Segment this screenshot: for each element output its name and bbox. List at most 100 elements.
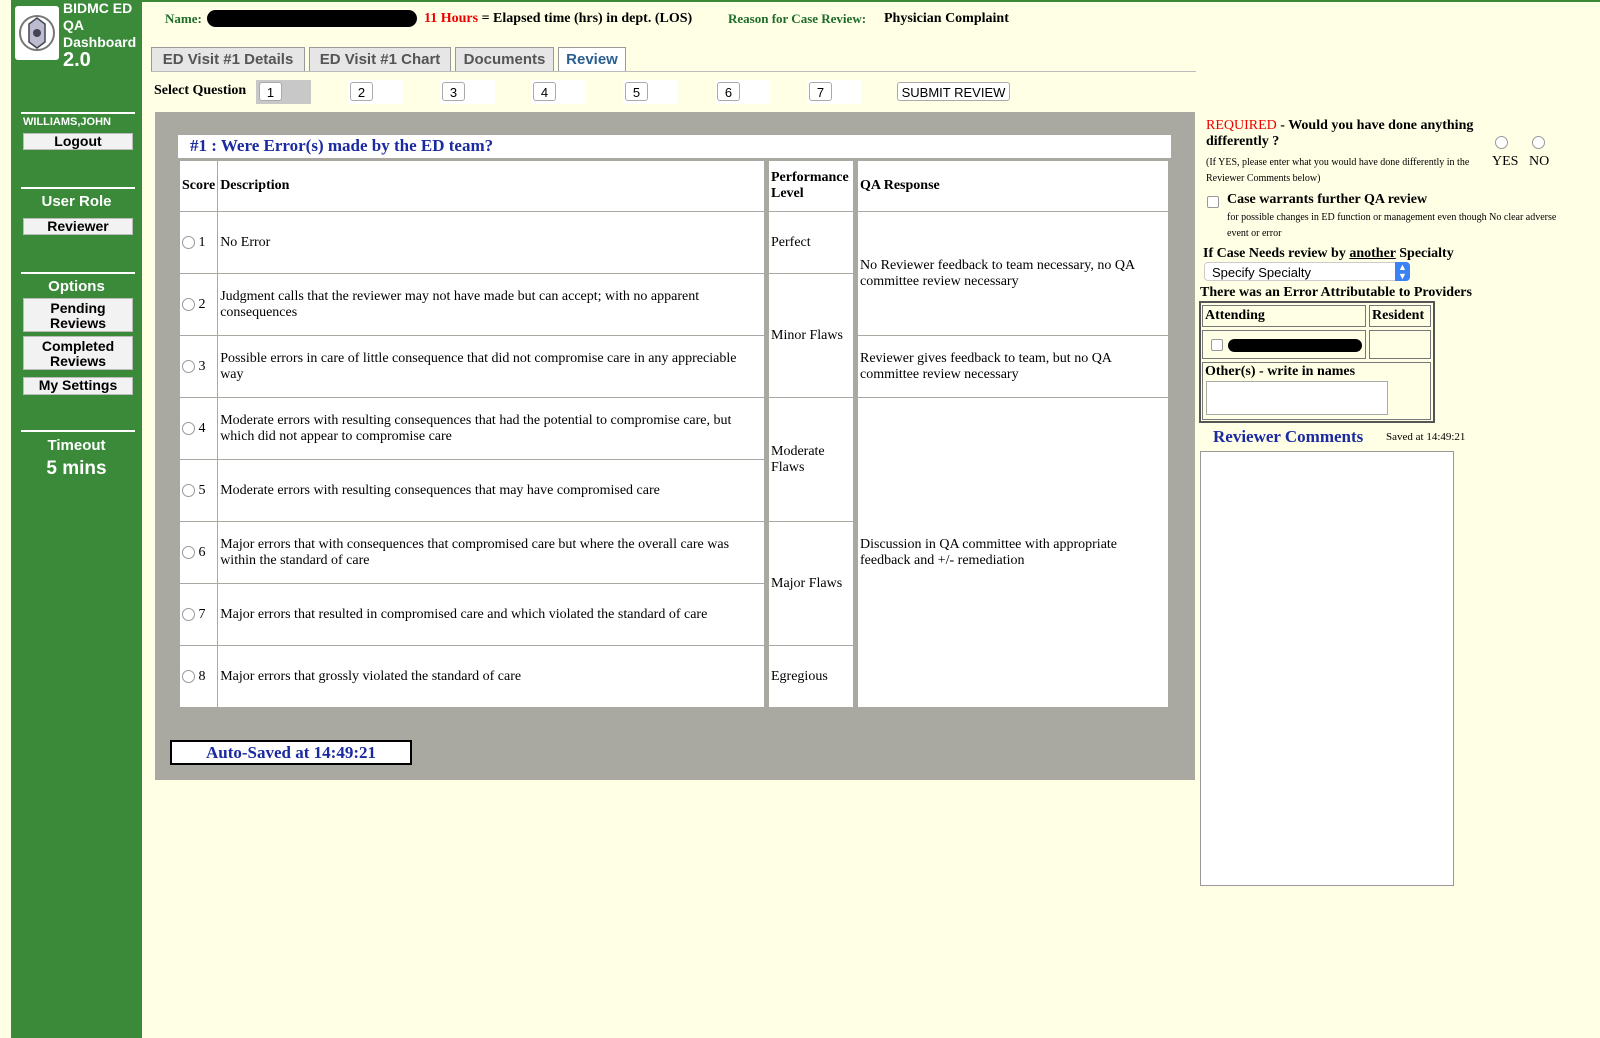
differently-question: REQUIRED - Would you have done anything … bbox=[1206, 118, 1491, 150]
score-cell: 6 bbox=[178, 521, 219, 584]
bidmc-logo bbox=[15, 6, 59, 60]
specialty-label-underlined: another bbox=[1349, 246, 1396, 261]
score-number: 1 bbox=[198, 234, 206, 250]
question-3-button[interactable]: 3 bbox=[442, 82, 465, 101]
performance-header: Performance Level bbox=[768, 160, 854, 212]
app-version: 2.0 bbox=[63, 49, 91, 71]
tab-documents[interactable]: Documents bbox=[455, 47, 554, 71]
sidebar: BIDMC ED QA Dashboard 2.0 WILLIAMS,JOHN … bbox=[11, 0, 142, 1038]
autosave-status: Auto-Saved at 14:49:21 bbox=[170, 740, 412, 765]
pending-reviews-button[interactable]: Pending Reviews bbox=[23, 298, 133, 332]
table-row: 7 Major errors that resulted in compromi… bbox=[178, 583, 765, 646]
qa-response: No Reviewer feedback to team necessary, … bbox=[857, 211, 1169, 336]
score-cell: 3 bbox=[178, 335, 219, 398]
description-cell: Possible errors in care of little conseq… bbox=[217, 335, 765, 398]
question-7-button[interactable]: 7 bbox=[809, 82, 832, 101]
qa-response-table: QA Response No Reviewer feedback to team… bbox=[857, 160, 1169, 708]
options-heading: Options bbox=[48, 278, 105, 295]
score-cell: 1 bbox=[178, 211, 219, 274]
specialty-select-value: Specify Specialty bbox=[1212, 265, 1311, 280]
score-2-radio[interactable] bbox=[182, 297, 195, 311]
yes-radio[interactable] bbox=[1495, 136, 1508, 149]
my-settings-button[interactable]: My Settings bbox=[23, 377, 133, 395]
resident-cell bbox=[1369, 330, 1431, 359]
qa-response: Reviewer gives feedback to team, but no … bbox=[857, 335, 1169, 398]
table-row: 1 No Error bbox=[178, 211, 765, 274]
score-number: 4 bbox=[198, 420, 206, 436]
question-2-button[interactable]: 2 bbox=[350, 82, 373, 101]
reason-label: Reason for Case Review: bbox=[728, 11, 867, 26]
divider bbox=[21, 112, 135, 114]
performance-level: Minor Flaws bbox=[768, 273, 854, 398]
score-number: 5 bbox=[198, 482, 206, 498]
description-cell: Moderate errors with resulting consequen… bbox=[217, 459, 765, 522]
score-cell: 5 bbox=[178, 459, 219, 522]
others-textarea[interactable] bbox=[1206, 381, 1388, 415]
submit-review-button[interactable]: SUBMIT REVIEW bbox=[897, 82, 1010, 101]
further-review-checkbox[interactable] bbox=[1207, 196, 1219, 208]
divider bbox=[21, 272, 135, 274]
attending-checkbox[interactable] bbox=[1211, 339, 1223, 351]
description-header: Description bbox=[217, 160, 765, 212]
los-text: = Elapsed time (hrs) in dept. (LOS) bbox=[481, 11, 693, 26]
score-cell: 4 bbox=[178, 397, 219, 460]
description-cell: Judgment calls that the reviewer may not… bbox=[217, 273, 765, 336]
divider bbox=[21, 430, 135, 432]
question-1-button[interactable]: 1 bbox=[259, 82, 282, 101]
score-7-radio[interactable] bbox=[182, 607, 195, 621]
reason-value: Physician Complaint bbox=[884, 11, 1009, 26]
performance-level: Major Flaws bbox=[768, 521, 854, 646]
autosave-text: Auto-Saved at 14:49:21 bbox=[206, 743, 376, 762]
differently-note: (If YES, please enter what you would hav… bbox=[1206, 157, 1470, 184]
score-header: Score bbox=[178, 160, 219, 212]
specialty-select[interactable]: Specify Specialty ▲ ▼ bbox=[1204, 262, 1410, 281]
table-row: 4 Moderate errors with resulting consequ… bbox=[178, 397, 765, 460]
description-cell: Major errors that with consequences that… bbox=[217, 521, 765, 584]
others-label: Other(s) - write in names bbox=[1205, 364, 1356, 379]
question-5-button[interactable]: 5 bbox=[625, 82, 648, 101]
no-radio[interactable] bbox=[1532, 136, 1545, 149]
question-title: #1 : Were Error(s) made by the ED team? bbox=[190, 136, 494, 155]
divider bbox=[21, 187, 135, 189]
logout-button[interactable]: Logout bbox=[23, 133, 133, 150]
tab-visit-chart[interactable]: ED Visit #1 Chart bbox=[309, 47, 451, 71]
user-role-button[interactable]: Reviewer bbox=[23, 218, 133, 235]
top-border bbox=[142, 0, 1600, 2]
performance-table: Performance Level Perfect Minor Flaws Mo… bbox=[768, 160, 854, 708]
completed-reviews-button[interactable]: Completed Reviews bbox=[23, 336, 133, 370]
score-cell: 7 bbox=[178, 583, 219, 646]
description-cell: Moderate errors with resulting consequen… bbox=[217, 397, 765, 460]
score-5-radio[interactable] bbox=[182, 483, 195, 497]
tab-visit-details[interactable]: ED Visit #1 Details bbox=[151, 47, 305, 71]
qa-response: Discussion in QA committee with appropri… bbox=[857, 397, 1169, 708]
score-table: Score Description 1 No Error 2 Judgment … bbox=[178, 160, 765, 708]
description-cell: Major errors that resulted in compromise… bbox=[217, 583, 765, 646]
timeout-heading: Timeout bbox=[47, 437, 106, 454]
score-6-radio[interactable] bbox=[182, 545, 195, 559]
score-3-radio[interactable] bbox=[182, 359, 195, 373]
further-review-label: Case warrants further QA review bbox=[1227, 192, 1428, 207]
question-4-button[interactable]: 4 bbox=[533, 82, 556, 101]
specialty-label-pre: If Case Needs review by bbox=[1203, 246, 1350, 261]
hours-value: 11 Hours bbox=[424, 11, 479, 26]
score-number: 3 bbox=[198, 358, 206, 374]
reviewer-comments-textarea[interactable] bbox=[1200, 451, 1454, 886]
yes-label: YES bbox=[1492, 154, 1519, 169]
tab-review[interactable]: Review bbox=[558, 47, 626, 71]
app-title: BIDMC ED QA Dashboard bbox=[63, 0, 137, 50]
others-cell: Other(s) - write in names bbox=[1202, 362, 1431, 420]
score-4-radio[interactable] bbox=[182, 421, 195, 435]
providers-table: Attending Resident Other(s) - write in n… bbox=[1199, 301, 1435, 423]
table-row: 8 Major errors that grossly violated the… bbox=[178, 645, 765, 708]
question-title-bar: #1 : Were Error(s) made by the ED team? bbox=[178, 135, 1171, 158]
question-6-button[interactable]: 6 bbox=[717, 82, 740, 101]
further-review-note: for possible changes in ED function or m… bbox=[1227, 212, 1557, 239]
score-8-radio[interactable] bbox=[182, 669, 195, 683]
score-1-radio[interactable] bbox=[182, 235, 195, 249]
table-row: 2 Judgment calls that the reviewer may n… bbox=[178, 273, 765, 336]
reviewer-comments-title: Reviewer Comments bbox=[1213, 427, 1364, 446]
description-cell: No Error bbox=[217, 211, 765, 274]
table-row: 6 Major errors that with consequences th… bbox=[178, 521, 765, 584]
table-row: 3 Possible errors in care of little cons… bbox=[178, 335, 765, 398]
score-number: 7 bbox=[198, 606, 206, 622]
